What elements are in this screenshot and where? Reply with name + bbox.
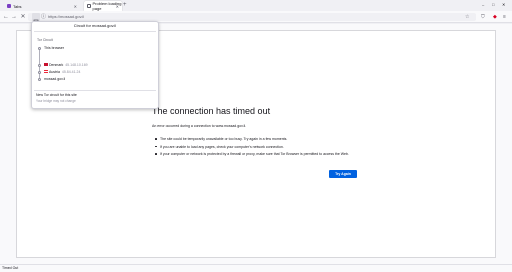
menu-icon[interactable]: ≡ bbox=[503, 13, 506, 21]
url-bar[interactable] bbox=[28, 13, 476, 21]
list-item: The site could be temporarily unavailabl… bbox=[155, 137, 367, 142]
tab-label: Tabs bbox=[13, 3, 22, 9]
status-text: Timed Out bbox=[2, 266, 19, 270]
tab-close-icon[interactable]: ✕ bbox=[74, 4, 77, 9]
reload-icon[interactable]: ✕ bbox=[19, 13, 27, 21]
tab-favicon-icon bbox=[7, 4, 11, 8]
node-ip: 45.84.41.24 bbox=[61, 70, 81, 74]
error-title: The connection has timed out bbox=[152, 106, 271, 116]
list-item: If your computer or network is protected… bbox=[155, 152, 367, 157]
bookmark-star-icon[interactable]: ☆ bbox=[465, 13, 469, 21]
list-item: If you are unable to load any pages, che… bbox=[155, 145, 367, 150]
try-again-button[interactable]: Try Again bbox=[329, 170, 357, 178]
austria-flag-icon bbox=[44, 70, 48, 74]
circuit-node-denmark: Denmark 45.148.10.169 bbox=[44, 63, 88, 68]
close-window-button[interactable]: ✕ bbox=[502, 2, 505, 7]
minimize-button[interactable]: – bbox=[482, 2, 484, 7]
tab-problem-loading[interactable]: Problem loading page ✕ bbox=[84, 1, 122, 11]
browser-window: Tabs ✕ Problem loading page ✕ + – □ ✕ ← … bbox=[0, 0, 512, 272]
circuit-node-austria: Austria 45.84.41.24 bbox=[44, 70, 80, 75]
circuit-section-label: Tor Circuit bbox=[37, 38, 53, 42]
circuit-node-icon bbox=[38, 64, 41, 67]
url-text[interactable]: https://mossad.gov.il bbox=[48, 13, 84, 21]
node-ip: 45.148.10.169 bbox=[65, 63, 88, 67]
tab-close-icon[interactable]: ✕ bbox=[116, 4, 119, 9]
new-tab-icon[interactable]: + bbox=[123, 2, 127, 8]
divider bbox=[34, 31, 156, 32]
circuit-node-icon bbox=[38, 78, 41, 81]
circuit-node-browser: This browser bbox=[44, 46, 65, 50]
circuit-popup-title: Circuit for mossad.gov.il bbox=[73, 23, 117, 28]
maximize-button[interactable]: □ bbox=[492, 2, 494, 7]
info-icon[interactable]: ⓘ bbox=[41, 13, 46, 21]
tab-favicon-icon bbox=[87, 4, 91, 8]
circuit-node-site: mossad.gov.il bbox=[44, 77, 66, 81]
forward-icon[interactable]: → bbox=[10, 13, 18, 21]
denmark-flag-icon bbox=[44, 63, 48, 67]
shield-icon[interactable]: ⛉ bbox=[481, 13, 485, 21]
new-circuit-button[interactable]: New Tor circuit for this site bbox=[36, 93, 77, 97]
extension-icon[interactable]: ◆ bbox=[493, 13, 497, 21]
circuit-node-icon bbox=[38, 47, 41, 50]
status-bar bbox=[0, 264, 512, 272]
divider bbox=[34, 90, 156, 91]
back-icon[interactable]: ← bbox=[2, 13, 10, 21]
bridge-note: Your bridge may not change bbox=[36, 99, 76, 103]
circuit-icon[interactable] bbox=[32, 13, 40, 25]
error-suggestions: The site could be temporarily unavailabl… bbox=[155, 137, 367, 160]
circuit-node-icon bbox=[38, 71, 41, 74]
tab-tabs[interactable]: Tabs ✕ bbox=[4, 1, 80, 11]
error-description: An error occurred during a connection to… bbox=[152, 124, 247, 128]
